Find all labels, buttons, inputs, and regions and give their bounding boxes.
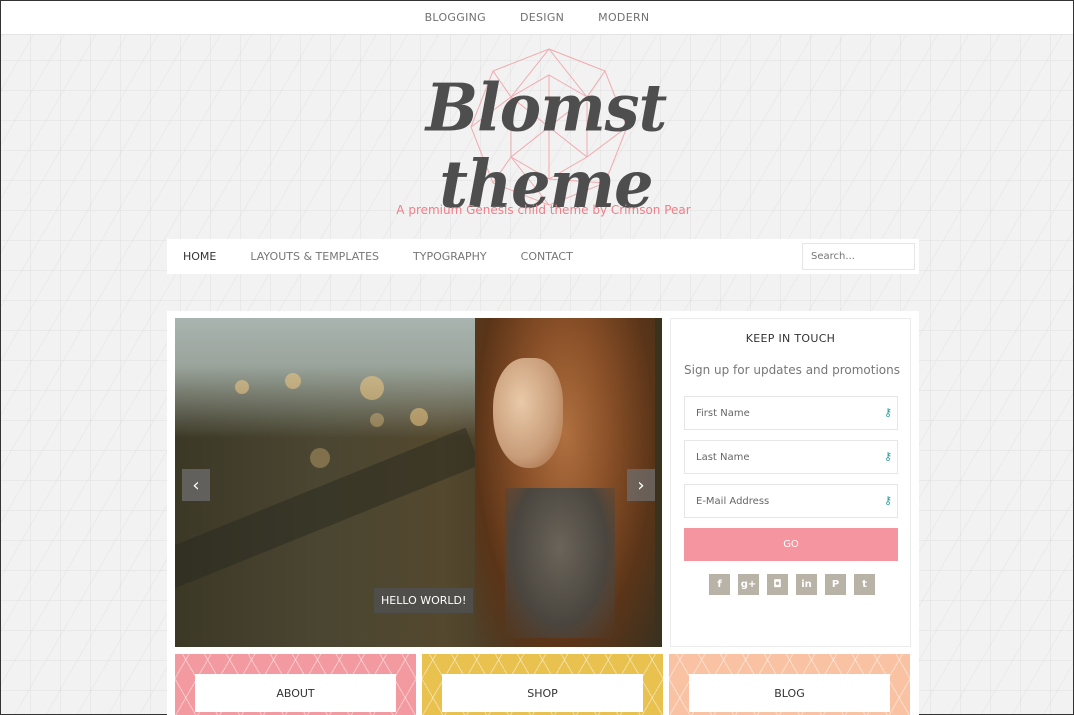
site-header: Blomst theme A premium Genesis child the… [1,41,1073,231]
twitter-icon[interactable]: t [854,574,875,595]
slide-subject-face [493,358,563,468]
tile-about[interactable]: ABOUT [175,654,416,715]
top-nav-design[interactable]: DESIGN [520,11,564,24]
social-icons: f g+ ◘ in P t [709,574,875,595]
first-name-placeholder: First Name [696,407,750,419]
top-nav-modern[interactable]: MODERN [598,11,649,24]
tile-about-label[interactable]: ABOUT [195,674,396,712]
widget-title: KEEP IN TOUCH [745,332,836,345]
main-navigation: HOME LAYOUTS & TEMPLATES TYPOGRAPHY CONT… [167,239,919,274]
nav-home[interactable]: HOME [183,250,216,263]
bokeh-light [310,448,330,468]
bokeh-light [410,408,428,426]
bokeh-light [285,373,301,389]
google-plus-icon[interactable]: g+ [738,574,759,595]
image-slider[interactable]: ‹ › HELLO WORLD! [175,318,662,647]
pinterest-icon[interactable]: P [825,574,846,595]
facebook-icon[interactable]: f [709,574,730,595]
slide-caption[interactable]: HELLO WORLD! [374,588,474,613]
newsletter-widget: KEEP IN TOUCH Sign up for updates and pr… [670,318,911,647]
nav-typography[interactable]: TYPOGRAPHY [413,250,487,263]
slider-prev-button[interactable]: ‹ [182,469,210,501]
tile-blog[interactable]: BLOG [669,654,910,715]
slider-next-button[interactable]: › [627,469,655,501]
last-name-placeholder: Last Name [696,451,750,463]
key-icon: ⚷ [883,450,892,463]
bokeh-light [360,376,384,400]
chevron-left-icon: ‹ [192,474,200,496]
nav-layouts-templates[interactable]: LAYOUTS & TEMPLATES [250,250,379,263]
nav-contact[interactable]: CONTACT [521,250,573,263]
top-navigation: BLOGGING DESIGN MODERN [1,1,1073,35]
slide-subject-scarf [505,488,615,638]
search-input[interactable] [802,243,915,270]
tile-shop[interactable]: SHOP [422,654,663,715]
first-name-field[interactable]: First Name ⚷ [684,396,898,430]
tile-shop-label[interactable]: SHOP [442,674,643,712]
email-placeholder: E-Mail Address [696,495,770,507]
top-nav-blogging[interactable]: BLOGGING [425,11,486,24]
widget-subtitle: Sign up for updates and promotions [684,363,900,377]
key-icon: ⚷ [883,406,892,419]
site-logo-title[interactable]: Blomst theme [346,69,746,222]
email-field[interactable]: E-Mail Address ⚷ [684,484,898,518]
slide-background [175,318,475,438]
linkedin-icon[interactable]: in [796,574,817,595]
site-tagline: A premium Genesis child theme by Crimson… [396,203,691,217]
main-content: ‹ › HELLO WORLD! KEEP IN TOUCH Sign up f… [167,311,919,715]
chevron-right-icon: › [637,474,645,496]
key-icon: ⚷ [883,494,892,507]
last-name-field[interactable]: Last Name ⚷ [684,440,898,474]
bokeh-light [370,413,384,427]
subscribe-go-button[interactable]: GO [684,528,898,561]
bokeh-light [235,380,249,394]
tile-blog-label[interactable]: BLOG [689,674,890,712]
instagram-icon[interactable]: ◘ [767,574,788,595]
